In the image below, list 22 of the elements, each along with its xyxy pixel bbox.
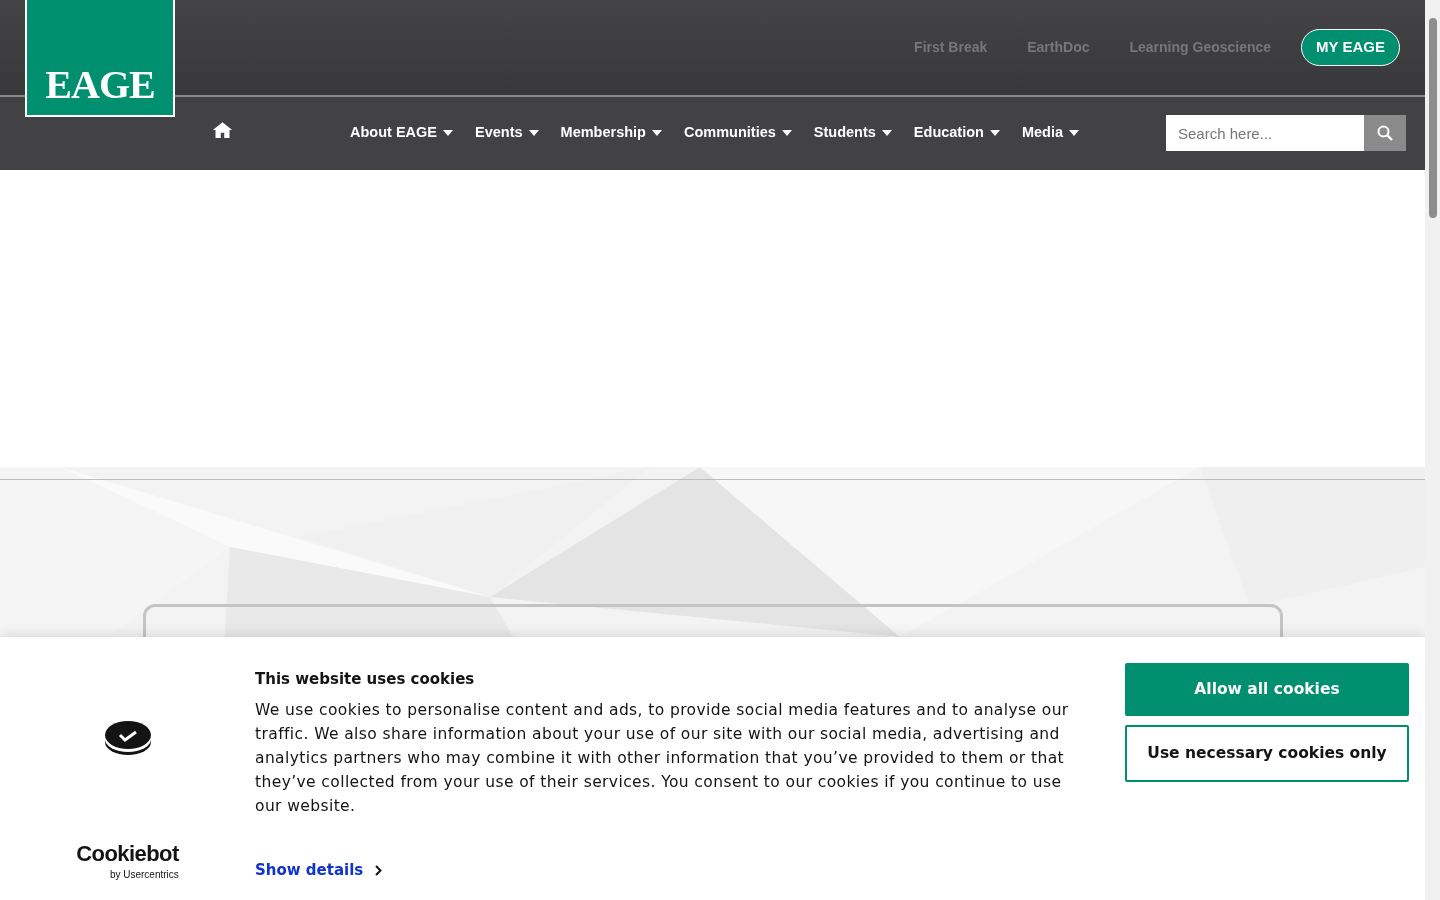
allow-all-button[interactable]: Allow all cookies bbox=[1125, 663, 1409, 716]
cookie-title: This website uses cookies bbox=[255, 669, 476, 689]
chevron-icon bbox=[375, 864, 383, 876]
nav-item[interactable]: Events bbox=[475, 122, 539, 144]
my-eage-button[interactable]: MY EAGE bbox=[1301, 29, 1400, 66]
nav-item[interactable]: Communities bbox=[684, 122, 792, 144]
search-button[interactable] bbox=[1364, 115, 1406, 151]
nav-item[interactable]: Students bbox=[813, 122, 892, 144]
nav-item[interactable]: About EAGE bbox=[350, 122, 453, 144]
scrollbar[interactable] bbox=[1425, 0, 1440, 900]
logo[interactable]: EAGE bbox=[25, 0, 175, 117]
show-details-link[interactable]: Show details bbox=[255, 859, 383, 882]
home-icon[interactable] bbox=[212, 121, 233, 139]
nav-item[interactable]: Media bbox=[1021, 122, 1080, 144]
search-icon bbox=[1377, 125, 1393, 141]
cookie-check-icon bbox=[104, 720, 151, 756]
nav-item[interactable]: Education bbox=[913, 122, 1000, 144]
cookiebot-logo: Cookiebot by Usercentrics bbox=[76, 840, 179, 881]
necessary-only-button[interactable]: Use necessary cookies only bbox=[1125, 725, 1409, 782]
nav-item[interactable]: Membership bbox=[560, 122, 662, 144]
cookie-text: We use cookies to personalise content and ads, to provide social media features and to analyse our traffic. We also share information about your use of our site with our social media, advertising and analytics partners who may combine it with other information that you’ve provided to them or that they’ve collected from your use of their services. You consent to our cookies if you continue to use our website. bbox=[255, 700, 1070, 817]
search-field[interactable]: Search here... bbox=[1166, 115, 1364, 151]
